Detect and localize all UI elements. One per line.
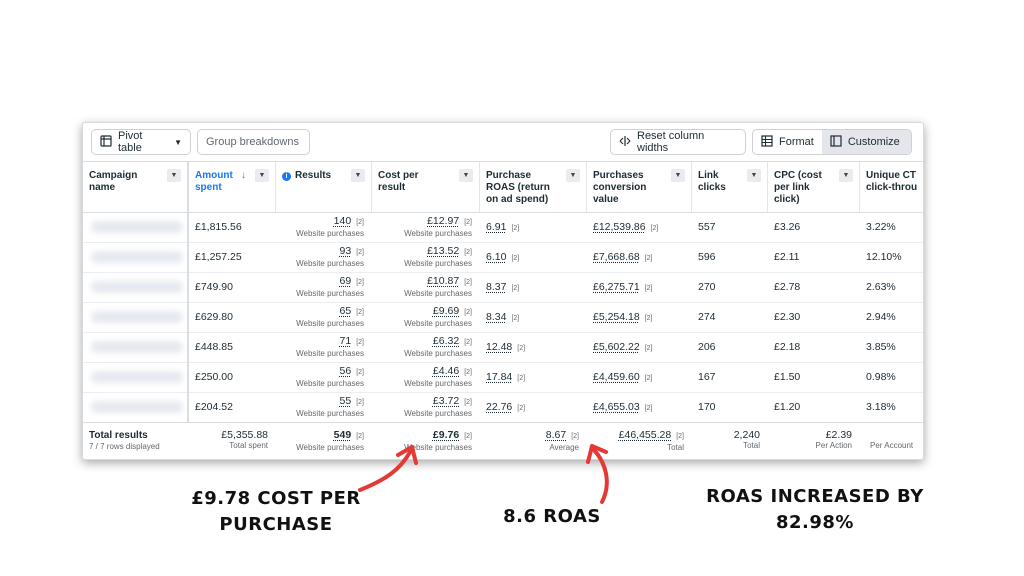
cost-per-purchase-annotation: £9.78 COST PER PURCHASE xyxy=(186,486,366,538)
roas-annotation: 8.6 ROAS xyxy=(492,504,612,530)
cost-annotation-line2: PURCHASE xyxy=(219,514,333,535)
roas-increase-annotation: ROAS INCREASED BY 82.98% xyxy=(690,484,940,536)
increase-annotation-line1: ROAS INCREASED BY xyxy=(706,486,924,507)
increase-annotation-line2: 82.98% xyxy=(776,512,854,533)
roas-annotation-text: 8.6 ROAS xyxy=(503,506,601,527)
cost-arrow xyxy=(358,450,412,492)
roas-arrow xyxy=(592,448,609,504)
cost-annotation-line1: £9.78 COST PER xyxy=(191,488,361,509)
